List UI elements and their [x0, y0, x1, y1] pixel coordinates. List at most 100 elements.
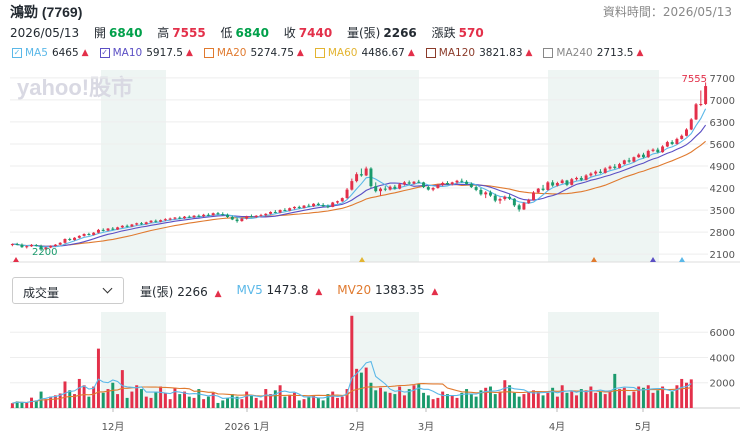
- candle-body: [598, 171, 602, 173]
- volume-bar: [579, 389, 583, 408]
- volume-bar: [302, 399, 306, 408]
- candle-body: [130, 224, 134, 227]
- candle-body: [465, 181, 469, 184]
- candle-body: [254, 215, 258, 217]
- candle-body: [584, 175, 588, 180]
- volume-bar: [402, 395, 406, 408]
- candle-body: [216, 213, 220, 215]
- volume-bar: [374, 390, 378, 408]
- candle-body: [488, 192, 492, 196]
- volume-bar: [130, 391, 134, 408]
- volume-tick-label: 4000: [710, 353, 735, 364]
- candle-body: [637, 154, 641, 158]
- event-marker-icon: [679, 257, 685, 262]
- candle-body: [331, 202, 335, 207]
- candle-body: [694, 104, 698, 120]
- volume-bar: [96, 348, 100, 408]
- volume-bar: [627, 395, 631, 408]
- volume-bar: [498, 391, 502, 408]
- candle-body: [579, 177, 583, 180]
- candle-body: [163, 219, 167, 221]
- candle-body: [498, 199, 502, 201]
- candle-body: [20, 244, 24, 248]
- volume-bar: [608, 390, 612, 408]
- candle-body: [178, 217, 182, 219]
- volume-bar: [245, 391, 249, 408]
- volume-bar: [350, 315, 354, 408]
- candle-body: [445, 182, 449, 185]
- volume-bar: [589, 386, 593, 408]
- candle-body: [336, 201, 339, 203]
- candle-body: [699, 103, 703, 105]
- candle-body: [493, 195, 497, 201]
- price-tick-label: 7000: [710, 96, 735, 107]
- candle-body: [422, 182, 426, 188]
- price-tick-label: 5600: [710, 140, 735, 151]
- candle-body: [278, 210, 282, 213]
- candle-body: [230, 216, 234, 220]
- candle-body: [106, 228, 110, 231]
- volume-bar: [254, 397, 258, 408]
- candle-body: [273, 211, 277, 213]
- candle-body: [608, 166, 612, 169]
- price-tick-label: 3500: [710, 206, 735, 217]
- volume-bar: [307, 396, 311, 408]
- volume-bar: [412, 385, 416, 408]
- candle-body: [551, 182, 555, 186]
- volume-bar: [10, 403, 14, 408]
- volume-bar: [197, 389, 201, 408]
- candle-body: [359, 174, 363, 176]
- candle-body: [25, 246, 29, 248]
- volume-bar: [565, 392, 569, 408]
- volume-bar: [116, 394, 120, 408]
- volume-bar: [426, 395, 430, 408]
- volume-bar: [359, 372, 363, 408]
- max-price-label: 7555: [682, 74, 707, 85]
- candle-body: [116, 227, 120, 230]
- candle-body: [364, 168, 368, 176]
- candle-body: [417, 181, 421, 183]
- volume-bar: [680, 378, 684, 408]
- volume-bar: [584, 390, 588, 408]
- candle-body: [206, 214, 210, 216]
- volume-bar: [598, 391, 602, 408]
- price-tick-label: 7700: [710, 74, 735, 85]
- volume-bar: [316, 397, 320, 408]
- candle-body: [374, 186, 378, 192]
- candle-body: [685, 129, 688, 136]
- price-volume-chart[interactable]: yahoo!股市 2100 2800 3500 4200 4900 5600 6300 7000…: [0, 0, 740, 444]
- volume-bar: [278, 385, 282, 408]
- candle-body: [603, 168, 607, 173]
- volume-bar: [455, 397, 459, 408]
- volume-bar: [144, 396, 148, 408]
- volume-bar: [656, 390, 660, 408]
- volume-bar: [240, 399, 244, 408]
- volume-bar: [484, 387, 488, 408]
- volume-bar: [546, 392, 550, 408]
- candle-body: [340, 198, 344, 202]
- volume-bar: [560, 385, 564, 408]
- volume-bar: [159, 386, 163, 408]
- volume-bar: [82, 385, 86, 408]
- volume-bar: [163, 392, 167, 408]
- candle-body: [221, 214, 225, 216]
- volume-bar: [555, 396, 559, 408]
- volume-bar: [570, 391, 574, 408]
- volume-bar: [422, 392, 426, 408]
- candle-body: [68, 239, 72, 241]
- volume-bar: [336, 397, 339, 408]
- candle-body: [135, 223, 139, 225]
- volume-bar: [541, 395, 545, 408]
- candle-body: [10, 244, 14, 246]
- volume-bar: [527, 391, 531, 408]
- volume-bar: [618, 389, 622, 408]
- volume-tick-label: 2000: [710, 379, 735, 390]
- volume-bar: [216, 402, 220, 408]
- candle-body: [503, 196, 507, 200]
- volume-bar: [469, 394, 473, 408]
- candle-body: [618, 164, 622, 168]
- candle-body: [15, 244, 19, 246]
- candle-body: [235, 219, 239, 222]
- candle-body: [670, 142, 674, 144]
- price-tick-label: 2800: [710, 228, 735, 239]
